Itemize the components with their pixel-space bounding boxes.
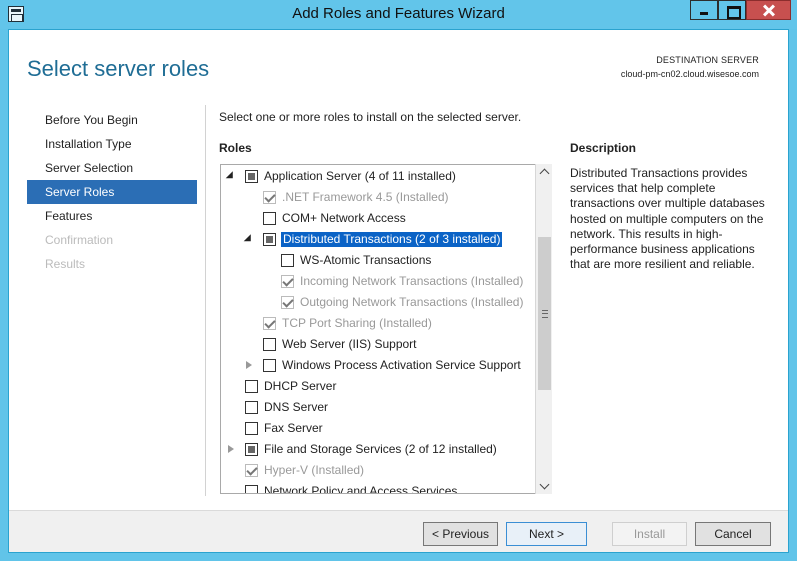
expand-arrow-icon[interactable] [225, 444, 235, 454]
roles-tree: Application Server (4 of 11 installed) .… [220, 164, 546, 494]
net-framework-label: .NET Framework 4.5 (Installed) [282, 190, 449, 204]
com-network-access-label: COM+ Network Access [282, 211, 406, 225]
role-row-application-server[interactable]: Application Server (4 of 11 installed) [221, 166, 529, 187]
role-row-com-network-access[interactable]: COM+ Network Access [221, 208, 529, 229]
distributed-transactions-label: Distributed Transactions (2 of 3 install… [281, 232, 503, 247]
scroll-thumb[interactable] [538, 237, 551, 390]
roles-heading: Roles [219, 141, 252, 155]
minimize-button[interactable] [690, 0, 718, 20]
next-button[interactable]: Next > [506, 522, 587, 546]
network-policy-access-checkbox[interactable] [245, 485, 258, 493]
dhcp-server-label: DHCP Server [264, 379, 337, 393]
hyper-v-label: Hyper-V (Installed) [264, 463, 365, 477]
application-server-checkbox[interactable] [245, 170, 258, 183]
nav-features[interactable]: Features [27, 204, 197, 228]
fax-server-label: Fax Server [264, 421, 323, 435]
cancel-button[interactable]: Cancel [695, 522, 771, 546]
web-server-support-checkbox[interactable] [263, 338, 276, 351]
role-row-distributed-transactions[interactable]: Distributed Transactions (2 of 3 install… [221, 229, 529, 250]
destination-server-label: DESTINATION SERVER [656, 55, 759, 65]
install-button: Install [612, 522, 687, 546]
role-row-dhcp-server[interactable]: DHCP Server [221, 376, 529, 397]
nav-server-roles[interactable]: Server Roles [27, 180, 197, 204]
file-storage-services-label: File and Storage Services (2 of 12 insta… [264, 442, 497, 456]
dhcp-server-checkbox[interactable] [245, 380, 258, 393]
role-row-incoming-network-transactions: Incoming Network Transactions (Installed… [221, 271, 529, 292]
expand-arrow-icon[interactable] [243, 360, 253, 370]
maximize-button[interactable] [718, 0, 746, 20]
scroll-down-arrow-icon[interactable] [537, 477, 552, 494]
description-heading: Description [570, 141, 637, 155]
role-row-outgoing-network-transactions: Outgoing Network Transactions (Installed… [221, 292, 529, 313]
role-row-fax-server[interactable]: Fax Server [221, 418, 529, 439]
role-row-net-framework: .NET Framework 4.5 (Installed) [221, 187, 529, 208]
com-network-access-checkbox[interactable] [263, 212, 276, 225]
roles-instruction: Select one or more roles to install on t… [219, 110, 522, 124]
tcp-port-sharing-label: TCP Port Sharing (Installed) [282, 316, 432, 330]
outgoing-network-transactions-checkbox [281, 296, 294, 309]
fax-server-checkbox[interactable] [245, 422, 258, 435]
role-row-dns-server[interactable]: DNS Server [221, 397, 529, 418]
file-storage-services-checkbox[interactable] [245, 443, 258, 456]
role-row-network-policy-access[interactable]: Network Policy and Access Services [221, 481, 529, 494]
role-row-ws-atomic-transactions[interactable]: WS-Atomic Transactions [221, 250, 529, 271]
windows-process-activation-checkbox[interactable] [263, 359, 276, 372]
ws-atomic-transactions-label: WS-Atomic Transactions [300, 253, 432, 267]
dns-server-checkbox[interactable] [245, 401, 258, 414]
incoming-network-transactions-label: Incoming Network Transactions (Installed… [300, 274, 524, 288]
roles-tree-scrollbar[interactable] [535, 164, 552, 494]
page-title: Select server roles [27, 56, 210, 81]
description-text: Distributed Transactions provides servic… [570, 166, 765, 272]
previous-button[interactable]: < Previous [423, 522, 498, 546]
windows-process-activation-label: Windows Process Activation Service Suppo… [282, 358, 521, 372]
wizard-body: Select server roles DESTINATION SERVER c… [8, 29, 789, 553]
application-server-label: Application Server (4 of 11 installed) [264, 169, 456, 183]
window-titlebar: Add Roles and Features Wizard [0, 0, 797, 29]
nav-server-selection[interactable]: Server Selection [27, 156, 197, 180]
incoming-network-transactions-checkbox [281, 275, 294, 288]
web-server-support-label: Web Server (IIS) Support [282, 337, 417, 351]
collapse-arrow-icon[interactable] [243, 234, 253, 244]
nav-before-you-begin[interactable]: Before You Begin [27, 108, 197, 132]
network-policy-access-label: Network Policy and Access Services [264, 484, 458, 494]
ws-atomic-transactions-checkbox[interactable] [281, 254, 294, 267]
role-row-web-server-support[interactable]: Web Server (IIS) Support [221, 334, 529, 355]
wizard-navigation: Before You Begin Installation Type Serve… [27, 108, 197, 276]
nav-results: Results [45, 257, 86, 271]
collapse-arrow-icon[interactable] [225, 171, 235, 181]
close-button[interactable] [746, 0, 791, 20]
wizard-footer: < Previous Next > Install Cancel [9, 510, 788, 552]
nav-confirmation: Confirmation [45, 233, 114, 247]
outgoing-network-transactions-label: Outgoing Network Transactions (Installed… [300, 295, 524, 309]
destination-server-name: cloud-pm-cn02.cloud.wisesoe.com [620, 69, 759, 79]
scroll-up-arrow-icon[interactable] [537, 164, 552, 181]
window-title: Add Roles and Features Wizard [292, 5, 505, 22]
role-row-tcp-port-sharing: TCP Port Sharing (Installed) [221, 313, 529, 334]
net-framework-checkbox [263, 191, 276, 204]
dns-server-label: DNS Server [264, 400, 329, 414]
role-row-windows-process-activation[interactable]: Windows Process Activation Service Suppo… [221, 355, 529, 376]
distributed-transactions-checkbox[interactable] [263, 233, 276, 246]
role-row-file-storage-services[interactable]: File and Storage Services (2 of 12 insta… [221, 439, 529, 460]
tcp-port-sharing-checkbox [263, 317, 276, 330]
role-row-hyper-v: Hyper-V (Installed) [221, 460, 529, 481]
nav-installation-type[interactable]: Installation Type [27, 132, 197, 156]
navigation-divider [205, 105, 206, 496]
hyper-v-checkbox [245, 464, 258, 477]
